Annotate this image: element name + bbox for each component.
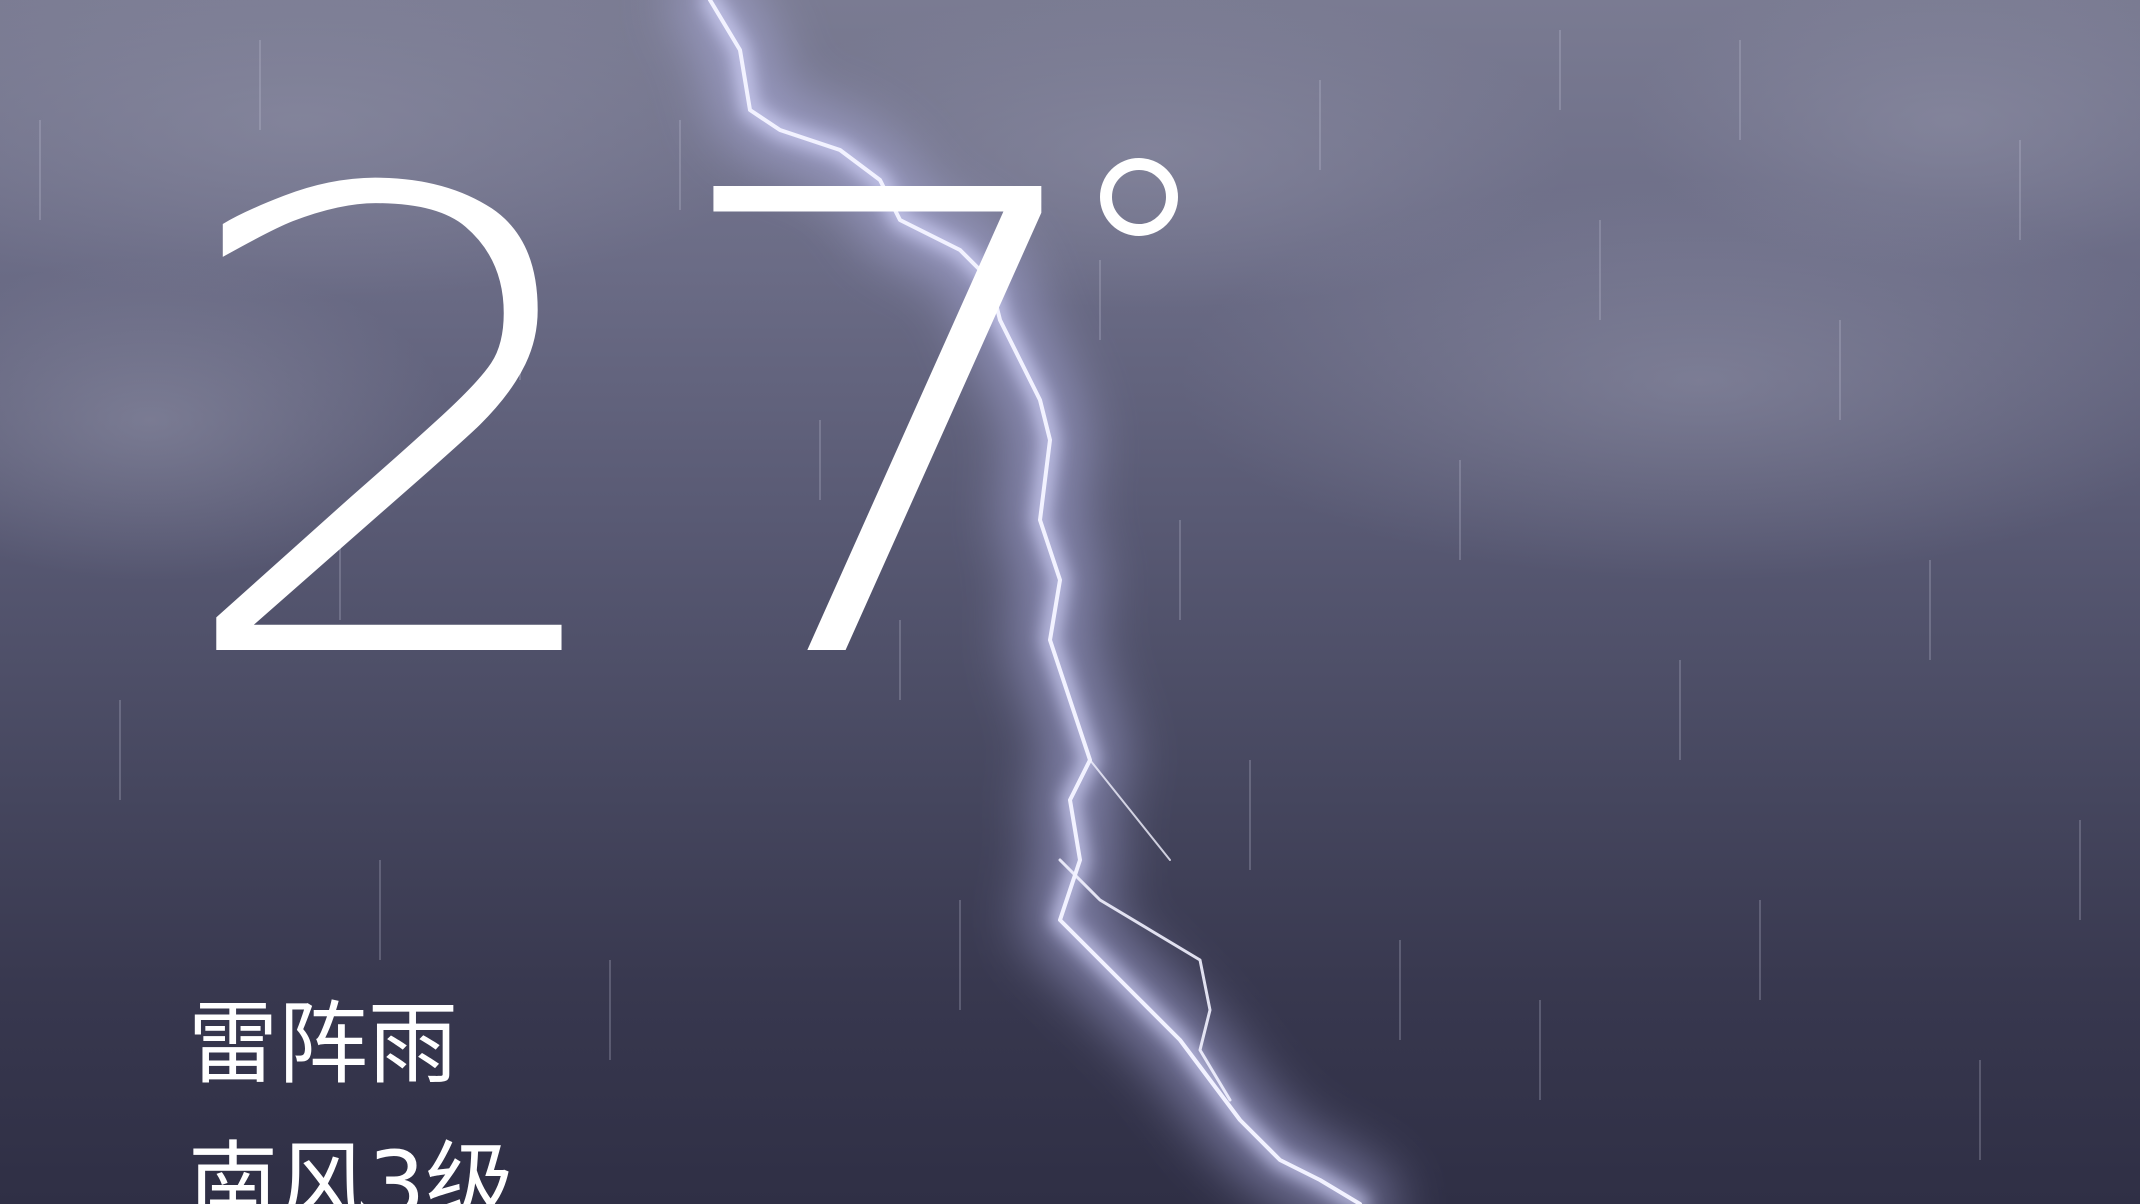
weather-condition: 雷阵雨 [188,992,458,1097]
temperature-value: 27 [165,59,1141,801]
wind-info: 南风3级 [188,1132,516,1204]
degree-icon [1100,158,1178,236]
weather-screen: 27 雷阵雨 南风3级 [0,0,2140,1204]
